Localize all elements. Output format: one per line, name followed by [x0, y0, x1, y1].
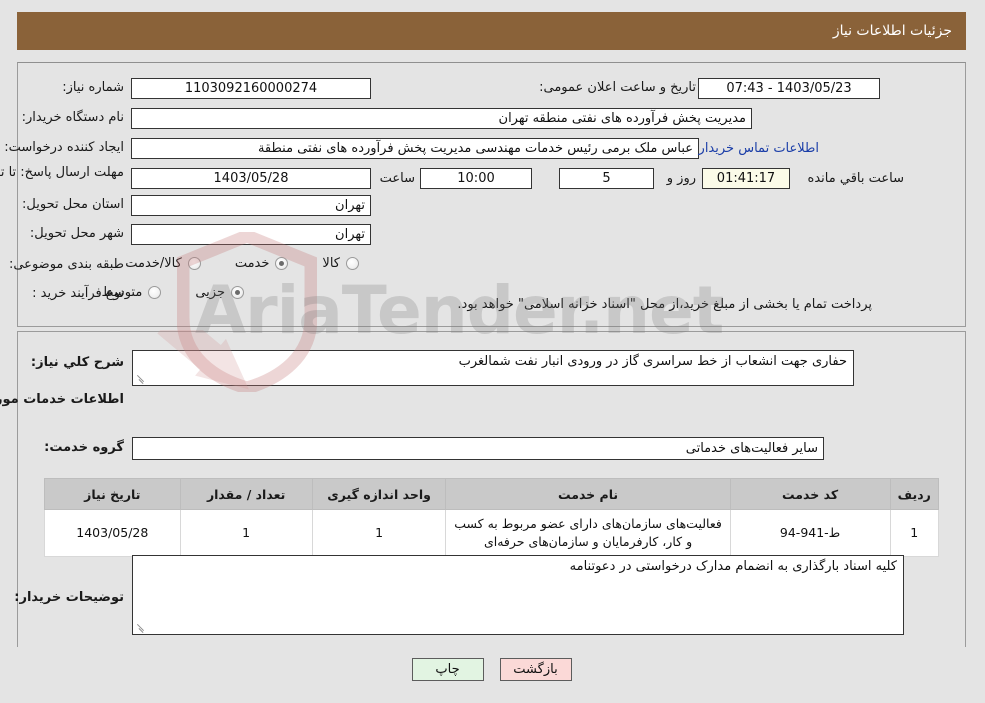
cell-unit: 1 — [312, 508, 448, 558]
radio-option-goods-service[interactable]: کالا/خدمت — [126, 256, 202, 271]
service-items-table: ردیف کد خدمت نام خدمت واحد اندازه گیری ت… — [45, 478, 941, 558]
col-date: تاریخ نیاز — [45, 478, 182, 510]
services-heading: اطلاعات خدمات مورد نیاز — [0, 392, 125, 407]
col-quantity: تعداد / مقدار — [180, 478, 314, 510]
radio-goods-service-label: کالا/خدمت — [126, 256, 183, 271]
footer-buttons: بازگشت چاپ — [0, 658, 985, 681]
col-unit: واحد اندازه گیری — [312, 478, 448, 510]
cell-quantity: 1 — [180, 508, 314, 558]
radio-option-service[interactable]: خدمت — [236, 256, 290, 271]
buyer-notes-textarea[interactable]: کلیه اسناد بارگذاری به انضمام مدارک درخو… — [133, 555, 905, 635]
buyer-notes-value: کلیه اسناد بارگذاری به انضمام مدارک درخو… — [570, 559, 898, 574]
cell-date: 1403/05/28 — [45, 508, 182, 558]
delivery-province-value: تهران — [132, 195, 372, 216]
radio-medium-icon[interactable] — [149, 286, 163, 299]
radio-service-label: خدمت — [235, 256, 271, 271]
page-title: جزئیات اطلاعات نیاز — [833, 23, 953, 39]
radio-service-icon[interactable] — [276, 257, 290, 270]
table-header-row: ردیف کد خدمت نام خدمت واحد اندازه گیری ت… — [45, 478, 941, 510]
cell-index: 1 — [890, 508, 941, 558]
remaining-time-counter: 01:41:17 — [703, 168, 791, 189]
page-title-bar: جزئیات اطلاعات نیاز — [18, 12, 967, 50]
subject-category-label: طبقه بندی موضوعی: — [9, 257, 125, 272]
radio-minor-icon[interactable] — [232, 286, 245, 299]
general-need-textarea[interactable]: حفاری جهت انشعاب از خط سراسری گاز در ورو… — [133, 350, 855, 386]
request-creator-label: ایجاد کننده درخواست: — [5, 140, 125, 155]
need-number-value: 1103092160000274 — [132, 78, 372, 99]
delivery-city-value: تهران — [132, 224, 372, 245]
radio-option-minor[interactable]: جزیی — [196, 285, 245, 300]
payment-note: پرداخت تمام یا بخشی از مبلغ خرید،از محل … — [458, 297, 873, 312]
buyer-contact-link[interactable]: اطلاعات تماس خریدار — [700, 141, 820, 156]
cell-name: فعالیت‌های سازمان‌های دارای عضو مربوط به… — [446, 508, 732, 558]
deadline-date-value: 1403/05/28 — [132, 168, 372, 189]
resize-grip-icon[interactable] — [136, 374, 146, 384]
radio-goods-icon[interactable] — [347, 257, 360, 270]
buyer-org-value: مدیریت پخش فرآورده های نفتی منطقه تهران — [132, 108, 753, 129]
radio-option-medium[interactable]: متوسط — [102, 285, 163, 300]
subject-category-options: کالا خدمت کالا/خدمت — [126, 256, 360, 271]
buyer-notes-label: توضیحات خریدار: — [15, 590, 125, 605]
request-creator-value: عباس ملک برمی رئیس خدمات مهندسی مدیریت پ… — [132, 138, 700, 159]
print-button[interactable]: چاپ — [412, 658, 485, 681]
radio-goods-label: کالا — [323, 256, 341, 271]
radio-goods-service-icon[interactable] — [188, 257, 202, 270]
delivery-city-label: شهر محل تحویل: — [30, 226, 125, 241]
service-group-value: سایر فعالیت‌های خدماتی — [133, 437, 825, 460]
need-number-label: شماره نیاز: — [63, 80, 125, 95]
general-need-value: حفاری جهت انشعاب از خط سراسری گاز در ورو… — [459, 354, 848, 369]
deadline-label: مهلت ارسال پاسخ: تا تاریخ: — [0, 165, 125, 180]
remaining-time-suffix: ساعت باقي مانده — [808, 171, 905, 186]
table-row: 1 ط-941-94 فعالیت‌های سازمان‌های دارای ع… — [45, 508, 941, 558]
remaining-days-suffix: روز و — [667, 171, 697, 186]
resize-grip-icon-2[interactable] — [136, 623, 146, 633]
buyer-org-label: نام دستگاه خریدار: — [22, 110, 125, 125]
purchase-process-options: جزیی متوسط — [102, 285, 245, 300]
col-name: نام خدمت — [446, 478, 732, 510]
deadline-hour-label: ساعت — [380, 171, 416, 186]
col-index: ردیف — [890, 478, 941, 510]
back-button[interactable]: بازگشت — [500, 658, 573, 681]
general-need-label: شرح کلي نیاز: — [31, 355, 125, 370]
deadline-hour-value: 10:00 — [421, 168, 533, 189]
delivery-province-label: استان محل تحویل: — [23, 197, 125, 212]
radio-medium-label: متوسط — [102, 285, 144, 300]
col-code: کد خدمت — [730, 478, 892, 510]
cell-code: ط-941-94 — [730, 508, 892, 558]
radio-minor-label: جزیی — [196, 285, 226, 300]
radio-option-goods[interactable]: کالا — [323, 256, 360, 271]
announce-datetime-value: 1403/05/23 - 07:43 — [699, 78, 881, 99]
service-group-label: گروه خدمت: — [45, 440, 125, 455]
remaining-days-value: 5 — [560, 168, 655, 189]
announce-datetime-label: تاریخ و ساعت اعلان عمومی: — [540, 80, 697, 95]
